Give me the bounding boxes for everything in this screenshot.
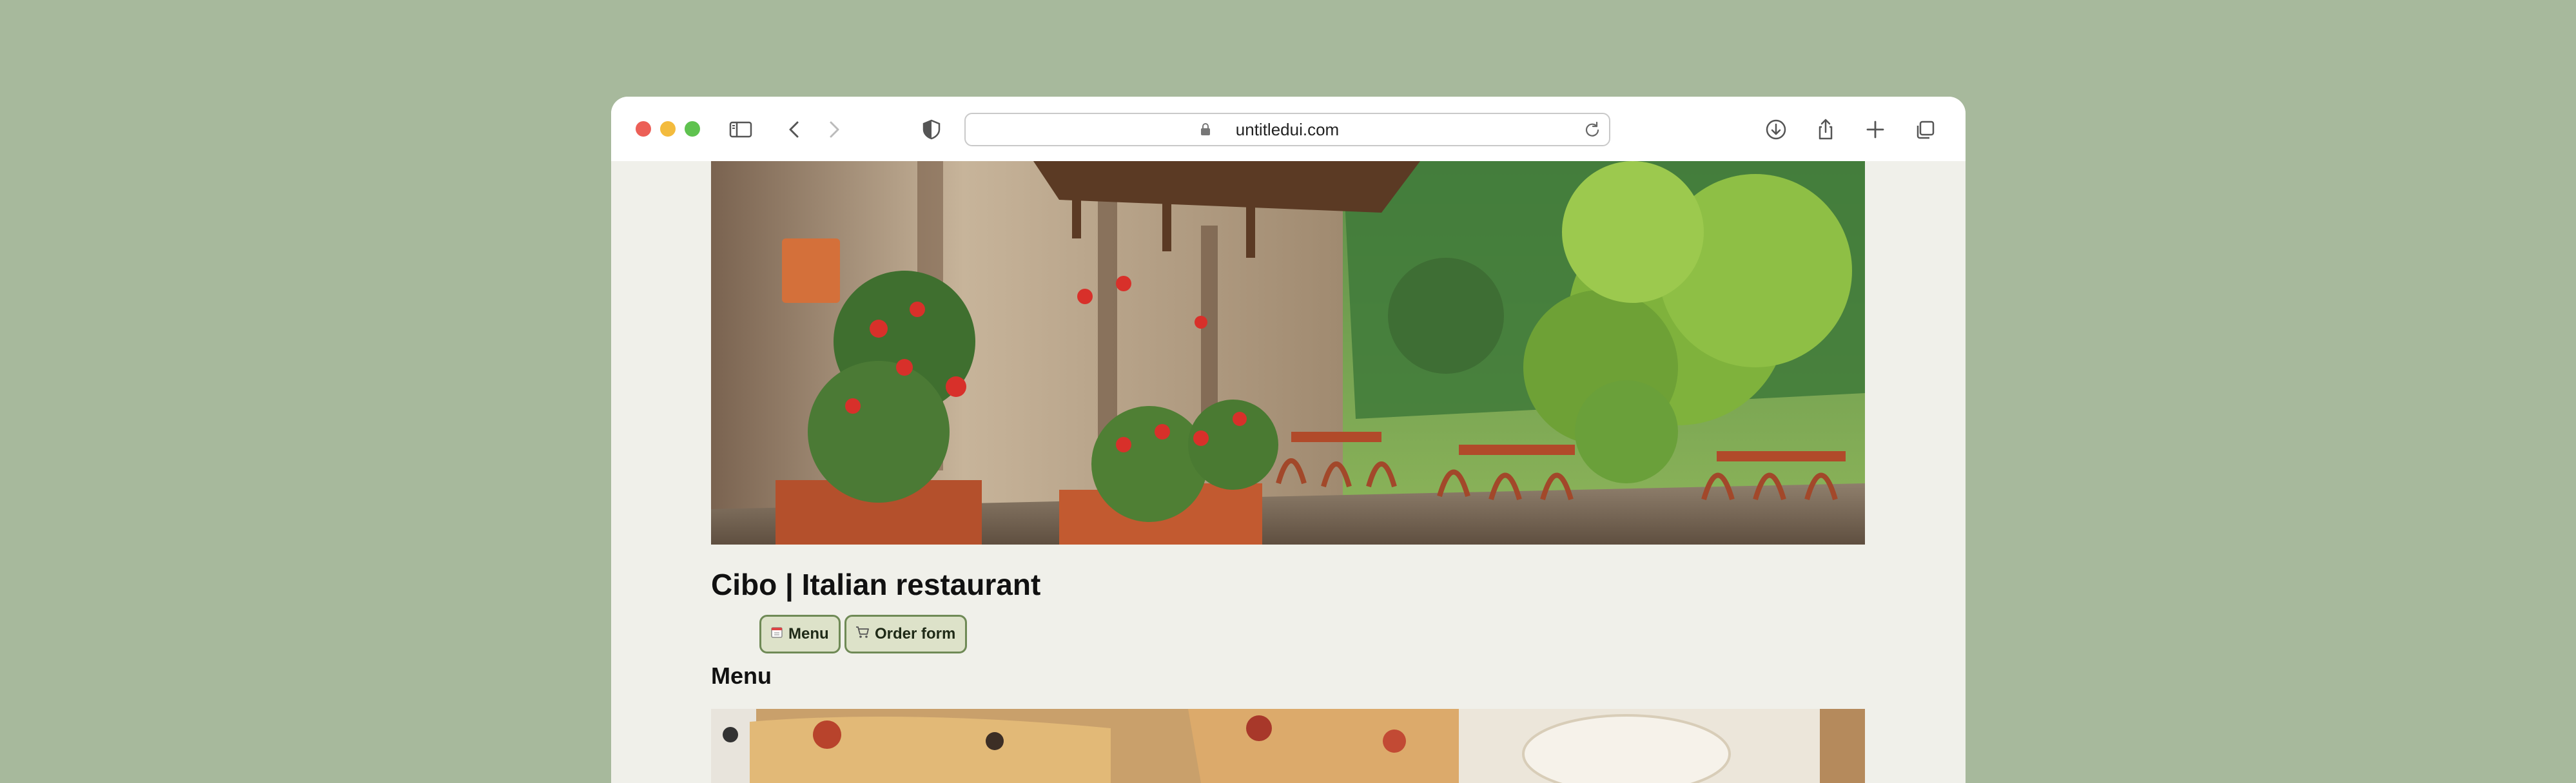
page-content: Cibo | Italian restaurant Menu Order for… [611,161,1966,783]
sidebar-toggle-icon[interactable] [726,115,756,144]
section-title-menu: Menu [711,662,772,689]
forward-icon[interactable] [819,115,848,144]
back-icon[interactable] [780,115,810,144]
browser-toolbar: untitledui.com [611,97,1966,161]
reload-icon[interactable] [1583,121,1601,139]
tab-overview-icon[interactable] [1910,115,1940,144]
close-window-button[interactable] [636,121,651,137]
minimize-window-button[interactable] [660,121,676,137]
menu-button-label: Menu [788,625,829,643]
calendar-icon [770,626,783,643]
hero-image [711,161,1865,545]
shopping-cart-icon [855,626,870,643]
share-icon[interactable] [1811,115,1840,144]
zoom-window-button[interactable] [685,121,700,137]
menu-food-image [711,709,1865,783]
url-text: untitledui.com [1235,120,1340,139]
order-form-button[interactable]: Order form [844,615,967,653]
browser-window: untitledui.com Cibo | Italian restaurant… [611,97,1966,783]
download-icon[interactable] [1761,115,1791,144]
new-tab-icon[interactable] [1860,115,1890,144]
page-title: Cibo | Italian restaurant [711,568,1041,601]
order-form-button-label: Order form [875,625,956,643]
privacy-shield-icon[interactable] [917,115,946,144]
menu-button[interactable]: Menu [759,615,841,653]
address-bar[interactable]: untitledui.com [964,113,1610,146]
